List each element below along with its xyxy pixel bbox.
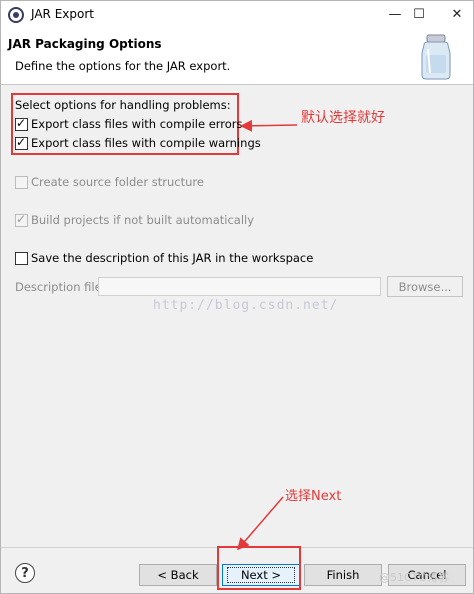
blog-watermark: http://blog.csdn.net/ <box>153 298 339 313</box>
maximize-button[interactable]: ☐ <box>409 5 429 23</box>
description-file-input <box>98 277 381 296</box>
create-source-folder-checkbox <box>15 176 28 189</box>
title-bar[interactable]: JAR Export — ☐ ✕ <box>1 1 473 29</box>
problems-heading: Select options for handling problems: <box>15 98 231 112</box>
export-warnings-label[interactable]: Export class files with compile warnings <box>31 136 261 150</box>
annotation-defaults: 默认选择就好 <box>301 110 385 126</box>
close-button[interactable]: ✕ <box>447 5 467 23</box>
jar-export-dialog: JAR Export — ☐ ✕ JAR Packaging Options D… <box>0 0 474 594</box>
annotation-next: 选择Next <box>285 489 342 504</box>
help-button[interactable]: ? <box>15 563 35 583</box>
save-description-checkbox[interactable] <box>15 252 28 265</box>
next-button-highlight <box>217 546 301 590</box>
page-description: Define the options for the JAR export. <box>15 59 231 73</box>
build-projects-checkbox <box>15 212 28 227</box>
browse-button: Browse... <box>387 276 463 297</box>
page-title: JAR Packaging Options <box>8 37 162 51</box>
eclipse-icon <box>8 7 24 23</box>
export-warnings-checkbox[interactable] <box>15 135 28 150</box>
export-errors-checkbox[interactable] <box>15 116 28 131</box>
save-description-label[interactable]: Save the description of this JAR in the … <box>31 251 313 265</box>
description-file-label: Description file: <box>15 280 106 294</box>
export-errors-label[interactable]: Export class files with compile errors <box>31 117 243 131</box>
minimize-button[interactable]: — <box>385 5 405 23</box>
finish-button[interactable]: Finish <box>304 564 382 586</box>
wizard-banner: JAR Packaging Options Define the options… <box>1 29 473 85</box>
corner-watermark: @51CTO博客 <box>379 571 450 584</box>
create-source-folder-label: Create source folder structure <box>31 175 204 189</box>
jar-icon <box>421 34 451 80</box>
window-title: JAR Export <box>31 7 94 21</box>
arrow-to-next <box>237 496 284 551</box>
arrow-to-options <box>240 119 298 132</box>
back-button[interactable]: < Back <box>139 564 217 586</box>
build-projects-label: Build projects if not built automaticall… <box>31 213 255 227</box>
